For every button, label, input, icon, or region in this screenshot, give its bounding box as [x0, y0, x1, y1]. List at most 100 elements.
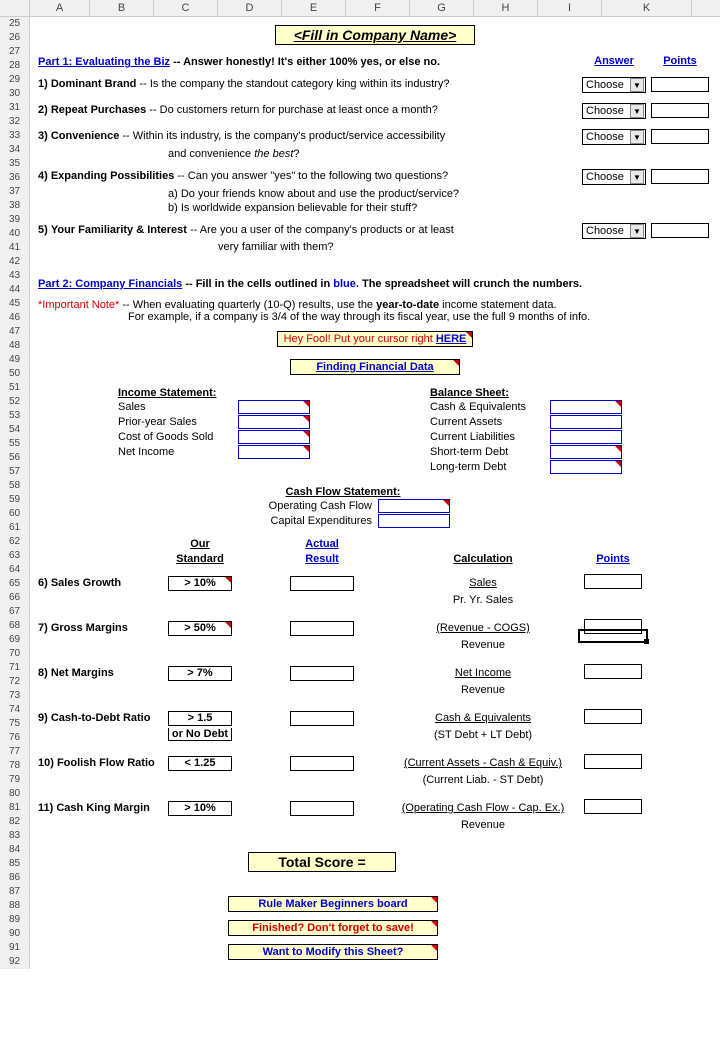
- q5-dropdown[interactable]: Choose ▼: [582, 223, 646, 239]
- row-header-34[interactable]: 34: [0, 143, 30, 157]
- fill-handle-icon[interactable]: [644, 639, 649, 644]
- row-header-25[interactable]: 25: [0, 17, 30, 31]
- metric-4-result[interactable]: [290, 756, 354, 771]
- row-header-85[interactable]: 85: [0, 857, 30, 871]
- row-header-44[interactable]: 44: [0, 283, 30, 297]
- row-header-72[interactable]: 72: [0, 675, 30, 689]
- footer-beginners-board[interactable]: Rule Maker Beginners board: [228, 896, 438, 912]
- row-header-71[interactable]: 71: [0, 661, 30, 675]
- row-header-62[interactable]: 62: [0, 535, 30, 549]
- q4-dropdown[interactable]: Choose ▼: [582, 169, 646, 185]
- metric-2-points[interactable]: [584, 664, 642, 679]
- row-header-79[interactable]: 79: [0, 773, 30, 787]
- row-header-91[interactable]: 91: [0, 941, 30, 955]
- balance-input-2[interactable]: [550, 430, 622, 444]
- balance-input-1[interactable]: [550, 415, 622, 429]
- footer-modify[interactable]: Want to Modify this Sheet?: [228, 944, 438, 960]
- row-header-32[interactable]: 32: [0, 115, 30, 129]
- row-header-84[interactable]: 84: [0, 843, 30, 857]
- row-header-67[interactable]: 67: [0, 605, 30, 619]
- row-header-59[interactable]: 59: [0, 493, 30, 507]
- row-header-58[interactable]: 58: [0, 479, 30, 493]
- row-header-87[interactable]: 87: [0, 885, 30, 899]
- row-header-61[interactable]: 61: [0, 521, 30, 535]
- metric-0-points[interactable]: [584, 574, 642, 589]
- col-header-K[interactable]: K: [602, 0, 692, 16]
- row-header-63[interactable]: 63: [0, 549, 30, 563]
- row-header-51[interactable]: 51: [0, 381, 30, 395]
- cashflow-input-0[interactable]: [378, 499, 450, 513]
- row-header-41[interactable]: 41: [0, 241, 30, 255]
- metric-3-result[interactable]: [290, 711, 354, 726]
- row-header-74[interactable]: 74: [0, 703, 30, 717]
- row-header-40[interactable]: 40: [0, 227, 30, 241]
- col-header-E[interactable]: E: [282, 0, 346, 16]
- row-header-33[interactable]: 33: [0, 129, 30, 143]
- row-header-65[interactable]: 65: [0, 577, 30, 591]
- row-header-64[interactable]: 64: [0, 563, 30, 577]
- part1-link[interactable]: Part 1: Evaluating the Biz: [38, 56, 170, 68]
- row-header-31[interactable]: 31: [0, 101, 30, 115]
- q1-points[interactable]: [651, 77, 709, 92]
- q1-dropdown[interactable]: Choose ▼: [582, 77, 646, 93]
- row-header-90[interactable]: 90: [0, 927, 30, 941]
- cashflow-input-1[interactable]: [378, 514, 450, 528]
- row-header-48[interactable]: 48: [0, 339, 30, 353]
- q5-points[interactable]: [651, 223, 709, 238]
- row-header-60[interactable]: 60: [0, 507, 30, 521]
- row-header-78[interactable]: 78: [0, 759, 30, 773]
- row-header-45[interactable]: 45: [0, 297, 30, 311]
- col-header-A[interactable]: A: [30, 0, 90, 16]
- q2-dropdown[interactable]: Choose ▼: [582, 103, 646, 119]
- hint-cursor-here[interactable]: Hey Fool! Put your cursor right HERE: [277, 331, 474, 347]
- income-input-2[interactable]: [238, 430, 310, 444]
- q3-points[interactable]: [651, 129, 709, 144]
- row-header-88[interactable]: 88: [0, 899, 30, 913]
- q2-points[interactable]: [651, 103, 709, 118]
- row-header-56[interactable]: 56: [0, 451, 30, 465]
- row-header-92[interactable]: 92: [0, 955, 30, 969]
- metric-5-points[interactable]: [584, 799, 642, 814]
- q4-points[interactable]: [651, 169, 709, 184]
- row-header-42[interactable]: 42: [0, 255, 30, 269]
- row-header-52[interactable]: 52: [0, 395, 30, 409]
- row-header-35[interactable]: 35: [0, 157, 30, 171]
- row-header-55[interactable]: 55: [0, 437, 30, 451]
- metric-5-result[interactable]: [290, 801, 354, 816]
- row-header-57[interactable]: 57: [0, 465, 30, 479]
- col-header-F[interactable]: F: [346, 0, 410, 16]
- row-header-66[interactable]: 66: [0, 591, 30, 605]
- row-header-73[interactable]: 73: [0, 689, 30, 703]
- metric-3-points[interactable]: [584, 709, 642, 724]
- row-header-36[interactable]: 36: [0, 171, 30, 185]
- col-header-G[interactable]: G: [410, 0, 474, 16]
- row-header-69[interactable]: 69: [0, 633, 30, 647]
- q3-dropdown[interactable]: Choose ▼: [582, 129, 646, 145]
- row-header-70[interactable]: 70: [0, 647, 30, 661]
- row-header-39[interactable]: 39: [0, 213, 30, 227]
- row-header-75[interactable]: 75: [0, 717, 30, 731]
- balance-input-4[interactable]: [550, 460, 622, 474]
- metric-1-result[interactable]: [290, 621, 354, 636]
- row-header-43[interactable]: 43: [0, 269, 30, 283]
- income-input-1[interactable]: [238, 415, 310, 429]
- row-header-83[interactable]: 83: [0, 829, 30, 843]
- metric-0-result[interactable]: [290, 576, 354, 591]
- row-header-77[interactable]: 77: [0, 745, 30, 759]
- part2-link[interactable]: Part 2: Company Financials: [38, 278, 182, 290]
- row-header-37[interactable]: 37: [0, 185, 30, 199]
- selected-cell-outline[interactable]: [578, 629, 648, 643]
- row-header-80[interactable]: 80: [0, 787, 30, 801]
- metric-4-points[interactable]: [584, 754, 642, 769]
- row-header-28[interactable]: 28: [0, 59, 30, 73]
- hint-finding-data[interactable]: Finding Financial Data: [290, 359, 460, 375]
- row-header-38[interactable]: 38: [0, 199, 30, 213]
- row-header-76[interactable]: 76: [0, 731, 30, 745]
- col-header-C[interactable]: C: [154, 0, 218, 16]
- row-header-50[interactable]: 50: [0, 367, 30, 381]
- row-header-49[interactable]: 49: [0, 353, 30, 367]
- income-input-3[interactable]: [238, 445, 310, 459]
- row-header-27[interactable]: 27: [0, 45, 30, 59]
- row-header-47[interactable]: 47: [0, 325, 30, 339]
- row-header-53[interactable]: 53: [0, 409, 30, 423]
